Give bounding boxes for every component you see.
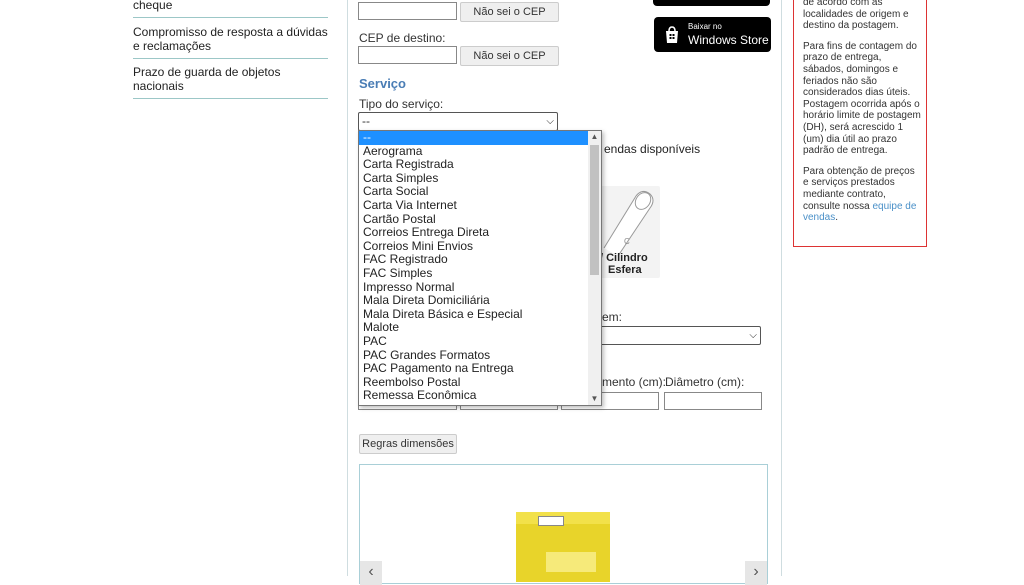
cep-destino-input[interactable] bbox=[358, 46, 457, 64]
sidebar-divider bbox=[133, 58, 328, 59]
scroll-up-icon[interactable]: ▲ bbox=[588, 131, 601, 143]
sidebar-item-cheque[interactable]: cheque bbox=[133, 0, 328, 12]
chevron-down-icon: ⌵ bbox=[749, 330, 757, 341]
svg-text:C: C bbox=[624, 237, 630, 246]
nao-sei-cep-origem-button[interactable]: Não sei o CEP bbox=[460, 2, 559, 22]
cep-origem-input[interactable] bbox=[358, 2, 457, 20]
dropdown-option[interactable]: PAC Pagamento na Entrega bbox=[359, 361, 601, 376]
app-store-badge[interactable] bbox=[653, 0, 770, 6]
dropdown-option[interactable]: FAC Simples bbox=[359, 266, 601, 281]
dropdown-option[interactable]: Remessa Econômica bbox=[359, 389, 601, 403]
diametro-label: Diâmetro (cm): bbox=[665, 375, 745, 389]
store-badge-small-text: Baixar no bbox=[688, 22, 722, 31]
info-box: de acordo com as localidades de origem e… bbox=[793, 0, 927, 247]
scroll-thumb[interactable] bbox=[590, 145, 599, 275]
dropdown-option[interactable]: Correios Mini Envios bbox=[359, 239, 601, 254]
esfera-label: Esfera bbox=[608, 264, 642, 276]
package-box-image bbox=[516, 512, 610, 582]
windows-store-icon bbox=[666, 26, 678, 43]
dropdown-option[interactable]: Cartão Postal bbox=[359, 212, 601, 227]
dropdown-option[interactable]: Carta Social bbox=[359, 185, 601, 199]
tipo-servico-select[interactable]: -- ⌵ bbox=[358, 112, 558, 131]
dropdown-option[interactable]: PAC bbox=[359, 334, 601, 349]
sidebar-divider bbox=[133, 98, 328, 99]
comprimento-label: mento (cm): bbox=[602, 375, 667, 389]
dropdown-options: -- Aerograma Carta Registrada Carta Simples… bbox=[359, 131, 601, 403]
info-text: . bbox=[835, 212, 839, 224]
tipo-servico-value: -- bbox=[362, 114, 370, 128]
regras-dimensoes-button[interactable]: Regras dimensões bbox=[359, 434, 457, 454]
carousel-next-button[interactable]: › bbox=[745, 561, 767, 585]
info-paragraph-1: de acordo com as localidades de origem e… bbox=[803, 0, 909, 32]
servico-section-title: Serviço bbox=[359, 76, 406, 91]
dropdown-option[interactable]: Impresso Normal bbox=[359, 280, 601, 295]
dropdown-option[interactable]: Malote bbox=[359, 321, 601, 335]
cilindro-package-option[interactable]: C / Cilindro Esfera bbox=[596, 186, 660, 278]
carousel-prev-button[interactable]: ‹ bbox=[360, 561, 382, 585]
tipo-objeto-label: em: bbox=[602, 310, 623, 324]
tipo-servico-label: Tipo do serviço: bbox=[359, 97, 444, 111]
dropdown-scrollbar[interactable]: ▲ ▼ bbox=[588, 131, 601, 405]
sidebar-divider bbox=[133, 17, 328, 18]
dropdown-option[interactable]: Correios Entrega Direta bbox=[359, 226, 601, 240]
content-border-right bbox=[781, 0, 782, 576]
dropdown-option[interactable]: Mala Direta Domiciliária bbox=[359, 294, 601, 308]
package-carousel: ‹ › bbox=[359, 464, 768, 585]
chevron-down-icon: ⌵ bbox=[546, 116, 554, 127]
store-badge-large-text: Windows Store bbox=[688, 33, 769, 47]
dropdown-option[interactable]: FAC Registrado bbox=[359, 253, 601, 267]
dropdown-option[interactable]: PAC Grandes Formatos bbox=[359, 348, 601, 363]
info-paragraph-3: Para obtenção de preços e serviços prest… bbox=[803, 166, 921, 224]
windows-store-badge[interactable]: Baixar no Windows Store bbox=[654, 17, 771, 52]
content-border-left bbox=[347, 0, 348, 576]
info-paragraph-2: Para fins de contagem do prazo de entreg… bbox=[803, 40, 921, 157]
diametro-input[interactable] bbox=[664, 392, 762, 410]
dropdown-option[interactable]: Reembolso Postal bbox=[359, 375, 601, 390]
dropdown-option[interactable]: Mala Direta Básica e Especial bbox=[359, 307, 601, 322]
sidebar-item-prazo-guarda[interactable]: Prazo de guarda de objetos nacionais bbox=[133, 65, 328, 93]
nao-sei-cep-destino-button[interactable]: Não sei o CEP bbox=[460, 46, 559, 66]
dropdown-option[interactable]: -- bbox=[359, 131, 601, 145]
embalagens-disponiveis-text: endas disponíveis bbox=[604, 142, 701, 156]
tipo-servico-dropdown-list[interactable]: -- Aerograma Carta Registrada Carta Simples… bbox=[358, 130, 602, 406]
cilindro-label: / Cilindro bbox=[600, 252, 648, 264]
dropdown-option[interactable]: Carta Registrada bbox=[359, 158, 601, 172]
dropdown-option[interactable]: Aerograma bbox=[359, 144, 601, 159]
cep-destino-label: CEP de destino: bbox=[359, 31, 446, 45]
cylinder-icon: C bbox=[603, 190, 654, 257]
dropdown-option[interactable]: Carta Via Internet bbox=[359, 198, 601, 213]
scroll-down-icon[interactable]: ▼ bbox=[588, 393, 601, 405]
sidebar-item-compromisso[interactable]: Compromisso de resposta a dúvidas e recl… bbox=[133, 25, 328, 53]
dropdown-option[interactable]: Carta Simples bbox=[359, 171, 601, 186]
